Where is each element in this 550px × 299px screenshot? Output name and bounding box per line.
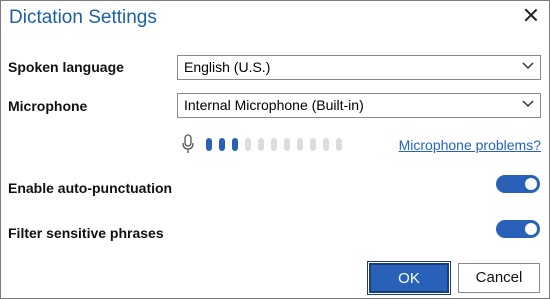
microphone-icon	[182, 134, 194, 153]
microphone-label: Microphone	[8, 98, 88, 114]
dialog-title: Dictation Settings	[9, 7, 157, 28]
ok-button[interactable]: OK	[367, 261, 451, 295]
level-bar	[232, 138, 238, 151]
toggle-knob	[525, 178, 537, 190]
level-bar	[245, 138, 251, 151]
chevron-down-icon	[522, 100, 534, 108]
spoken-language-select[interactable]: English (U.S.)	[177, 55, 541, 80]
filter-sensitive-toggle[interactable]	[496, 220, 540, 238]
chevron-down-icon	[522, 62, 534, 70]
level-bar	[271, 138, 277, 151]
close-icon[interactable]	[523, 7, 539, 23]
spoken-language-value: English (U.S.)	[184, 59, 271, 75]
filter-sensitive-label: Filter sensitive phrases	[8, 225, 164, 241]
level-bar	[219, 138, 225, 151]
level-bar	[310, 138, 316, 151]
microphone-value: Internal Microphone (Built-in)	[184, 97, 364, 113]
spoken-language-label: Spoken language	[8, 59, 124, 75]
toggle-knob	[525, 223, 537, 235]
level-bar	[297, 138, 303, 151]
dictation-settings-dialog: Dictation Settings Spoken language Engli…	[0, 0, 550, 299]
level-bar	[206, 138, 212, 151]
level-bar	[323, 138, 329, 151]
microphone-select[interactable]: Internal Microphone (Built-in)	[177, 93, 541, 118]
level-bar	[284, 138, 290, 151]
microphone-level-meter	[206, 138, 342, 151]
cancel-button[interactable]: Cancel	[458, 263, 540, 293]
auto-punctuation-label: Enable auto-punctuation	[8, 180, 173, 196]
auto-punctuation-toggle[interactable]	[496, 175, 540, 193]
level-bar	[336, 138, 342, 151]
microphone-level-row: Microphone problems?	[182, 134, 542, 156]
microphone-problems-link[interactable]: Microphone problems?	[399, 137, 541, 153]
level-bar	[258, 138, 264, 151]
